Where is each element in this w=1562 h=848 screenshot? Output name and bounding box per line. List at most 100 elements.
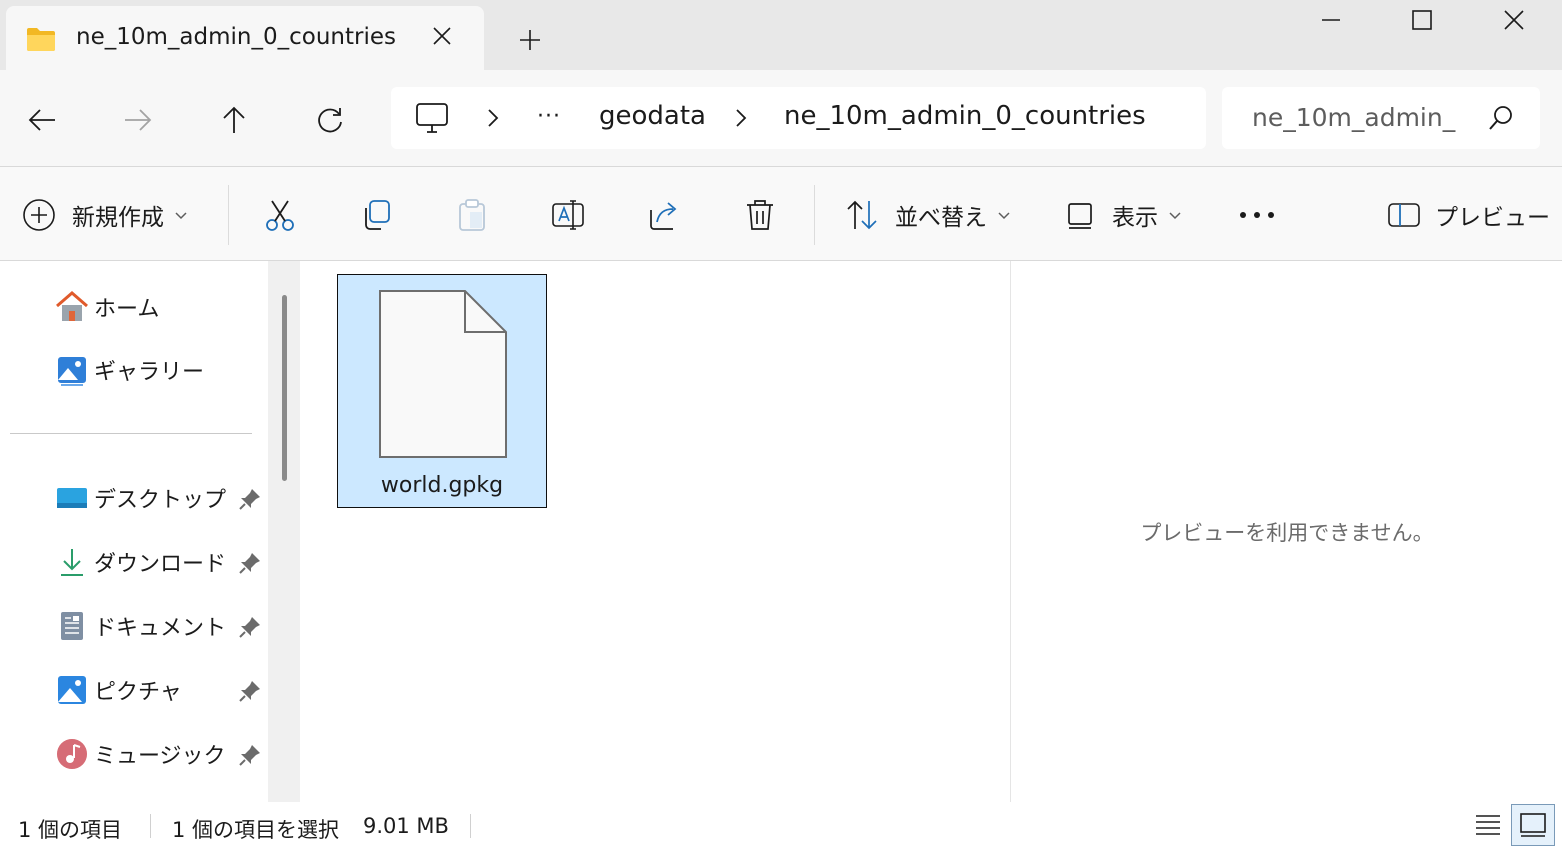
status-bar: 1 個の項目 1 個の項目を選択 9.01 MB — [0, 802, 1562, 848]
forward-button[interactable] — [116, 98, 160, 142]
toolbar-divider — [228, 185, 229, 245]
breadcrumb-geodata[interactable]: geodata — [599, 101, 706, 131]
sidebar-item-home[interactable]: ホーム — [54, 284, 159, 330]
arrow-right-icon — [125, 109, 152, 131]
share-button[interactable] — [647, 189, 681, 241]
close-icon — [1504, 10, 1524, 30]
scrollbar-thumb[interactable] — [282, 295, 287, 481]
sort-button-label: 並べ替え — [895, 205, 987, 231]
pin-icon[interactable] — [238, 743, 262, 767]
tab-current[interactable]: ne_10m_admin_0_countries — [6, 6, 484, 70]
sidebar-item-label: ギャラリー — [94, 360, 205, 385]
paste-button[interactable] — [455, 189, 489, 241]
details-view-icon — [1476, 815, 1500, 835]
up-button[interactable] — [212, 98, 256, 142]
address-bar[interactable]: ··· geodata ne_10m_admin_0_countries — [391, 87, 1206, 149]
sort-icon — [847, 200, 877, 230]
close-icon — [433, 27, 451, 45]
sidebar-item-label: ホーム — [94, 297, 160, 322]
status-divider — [470, 814, 471, 838]
sidebar-scrollbar[interactable] — [268, 261, 300, 802]
sidebar-item-desktop[interactable]: デスクトップ — [54, 475, 226, 521]
desktop-icon — [57, 488, 87, 508]
minimize-button[interactable] — [1285, 0, 1377, 40]
cut-button[interactable] — [263, 189, 297, 241]
close-window-button[interactable] — [1468, 0, 1560, 40]
rename-icon — [552, 200, 584, 230]
view-button[interactable]: 表示 — [1064, 189, 1182, 241]
sidebar-item-documents[interactable]: ドキュメント — [54, 603, 226, 649]
trash-icon — [747, 200, 773, 230]
plus-circle-icon — [23, 199, 55, 231]
new-button-label: 新規作成 — [72, 205, 164, 231]
title-bar: ne_10m_admin_0_countries — [0, 0, 1562, 70]
rename-button[interactable] — [551, 189, 585, 241]
command-bar: 新規作成 並べ替え 表示 プレビュー — [0, 167, 1562, 260]
preview-pane-icon — [1388, 203, 1420, 227]
pin-icon[interactable] — [238, 487, 262, 511]
new-button[interactable]: 新規作成 — [22, 189, 188, 241]
this-pc-icon[interactable] — [415, 101, 449, 135]
sort-button[interactable]: 並べ替え — [845, 189, 1011, 241]
sidebar-item-downloads[interactable]: ダウンロード — [54, 539, 226, 585]
sidebar-item-pictures[interactable]: ピクチャ — [54, 667, 182, 713]
delete-button[interactable] — [743, 189, 777, 241]
chevron-right-icon[interactable] — [483, 107, 503, 129]
sidebar-item-gallery[interactable]: ギャラリー — [54, 347, 204, 393]
selection-count: 1 個の項目を選択 — [172, 818, 340, 842]
copy-icon — [365, 200, 390, 230]
file-list: world.gpkg — [300, 261, 1010, 802]
arrow-left-icon — [28, 109, 55, 131]
tab-title: ne_10m_admin_0_countries — [76, 24, 396, 50]
status-divider — [150, 814, 151, 838]
pin-icon[interactable] — [238, 551, 262, 575]
search-input[interactable]: ne_10m_admin_ — [1252, 103, 1455, 132]
view-icon — [1068, 203, 1092, 229]
search-box[interactable]: ne_10m_admin_ — [1222, 87, 1540, 149]
scissors-icon — [266, 200, 294, 231]
sidebar-item-label: ドキュメント — [94, 616, 227, 641]
sidebar-item-label: ミュージック — [94, 744, 226, 769]
new-tab-button[interactable] — [512, 22, 548, 58]
sidebar-divider — [10, 433, 252, 434]
folder-icon — [27, 28, 55, 51]
chevron-down-icon — [998, 212, 1010, 220]
back-button[interactable] — [20, 98, 64, 142]
navigation-pane: ホーム ギャラリー デスクトップ ダウンロード ドキュメント ピクチャ ミュージ… — [0, 261, 268, 802]
download-icon — [61, 549, 83, 576]
more-options-button[interactable] — [1238, 189, 1276, 241]
plus-icon — [520, 30, 540, 50]
preview-message: プレビューを利用できません。 — [1140, 521, 1434, 545]
refresh-button[interactable] — [308, 98, 352, 142]
sidebar-item-music[interactable]: ミュージック — [54, 731, 226, 777]
view-button-label: 表示 — [1112, 205, 1158, 231]
refresh-icon — [318, 108, 342, 133]
selection-size: 9.01 MB — [363, 814, 449, 838]
tab-close-button[interactable] — [426, 20, 458, 52]
copy-button[interactable] — [359, 189, 393, 241]
gallery-icon — [58, 357, 86, 386]
preview-pane-button[interactable]: プレビュー — [1387, 189, 1550, 241]
tiles-view-icon — [1520, 813, 1546, 837]
breadcrumb-current-folder[interactable]: ne_10m_admin_0_countries — [784, 101, 1146, 131]
search-icon — [1489, 106, 1512, 130]
pin-icon[interactable] — [238, 679, 262, 703]
file-name: world.gpkg — [380, 473, 504, 498]
chevron-down-icon — [1169, 212, 1181, 220]
home-icon — [56, 291, 88, 321]
music-icon — [57, 739, 87, 769]
sidebar-item-label: デスクトップ — [94, 488, 227, 513]
documents-icon — [61, 612, 83, 640]
chevron-down-icon — [175, 212, 187, 220]
large-icons-view-button[interactable] — [1511, 804, 1555, 846]
maximize-button[interactable] — [1376, 0, 1468, 40]
clipboard-icon — [459, 199, 485, 231]
preview-button-label: プレビュー — [1435, 205, 1550, 231]
navigation-bar: ··· geodata ne_10m_admin_0_countries ne_… — [0, 70, 1562, 166]
chevron-right-icon[interactable] — [731, 107, 751, 129]
more-icon — [1240, 212, 1274, 218]
pin-icon[interactable] — [238, 615, 262, 639]
breadcrumb-overflow[interactable]: ··· — [537, 104, 561, 129]
details-view-button[interactable] — [1466, 804, 1510, 846]
file-item[interactable]: world.gpkg — [337, 274, 547, 508]
